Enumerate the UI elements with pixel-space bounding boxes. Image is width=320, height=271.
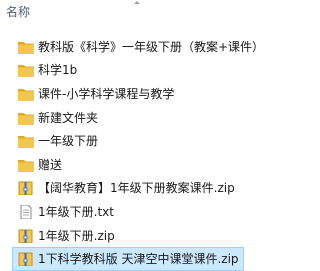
file-name: 1下科学教科版 天津空中课堂课件.zip: [38, 252, 239, 267]
file-name: 科学1b: [38, 63, 78, 78]
list-item[interactable]: 一年级下册: [0, 129, 273, 153]
zip-archive-icon: [18, 229, 33, 243]
file-name: 1年级下册.txt: [38, 204, 114, 219]
list-item[interactable]: 新建文件夹: [0, 106, 273, 130]
list-item[interactable]: 1年级下册.txt: [0, 200, 273, 224]
folder-icon: [18, 136, 34, 149]
chevron-up-icon: [133, 1, 140, 4]
list-item[interactable]: 教科版《科学》一年级下册（教案+课件）: [0, 35, 273, 59]
list-item[interactable]: 赠送: [0, 153, 273, 177]
file-name: 课件-小学科学课程与教学: [38, 86, 175, 101]
scroll-up-arrow[interactable]: [0, 0, 273, 6]
file-name: 1年级下册.zip: [38, 228, 115, 243]
file-name: 一年级下册: [38, 134, 99, 149]
zip-archive-icon: [18, 181, 33, 196]
list-item[interactable]: 【阔华教育】1年级下册教案课件.zip: [0, 177, 273, 201]
file-name: 教科版《科学》一年级下册（教案+课件）: [38, 39, 265, 54]
list-item[interactable]: 科学1b: [0, 59, 273, 83]
folder-icon: [18, 159, 34, 172]
text-file-icon: [20, 204, 32, 219]
zip-archive-icon: [18, 252, 33, 267]
list-item[interactable]: 课件-小学科学课程与教学: [0, 82, 273, 106]
folder-icon: [18, 41, 34, 54]
list-item-selected[interactable]: 1下科学教科版 天津空中课堂课件.zip: [12, 247, 244, 271]
column-header-name[interactable]: 名称: [6, 4, 30, 20]
file-name: 新建文件夹: [38, 110, 99, 125]
folder-icon: [18, 65, 34, 78]
file-name: 赠送: [38, 157, 63, 172]
list-item[interactable]: 1年级下册.zip: [0, 224, 273, 248]
folder-icon: [18, 88, 34, 101]
folder-icon: [18, 112, 34, 125]
file-list: 教科版《科学》一年级下册（教案+课件） 科学1b 课件-小学科学课程与教学 新建…: [0, 35, 273, 271]
file-name: 【阔华教育】1年级下册教案课件.zip: [38, 181, 235, 196]
